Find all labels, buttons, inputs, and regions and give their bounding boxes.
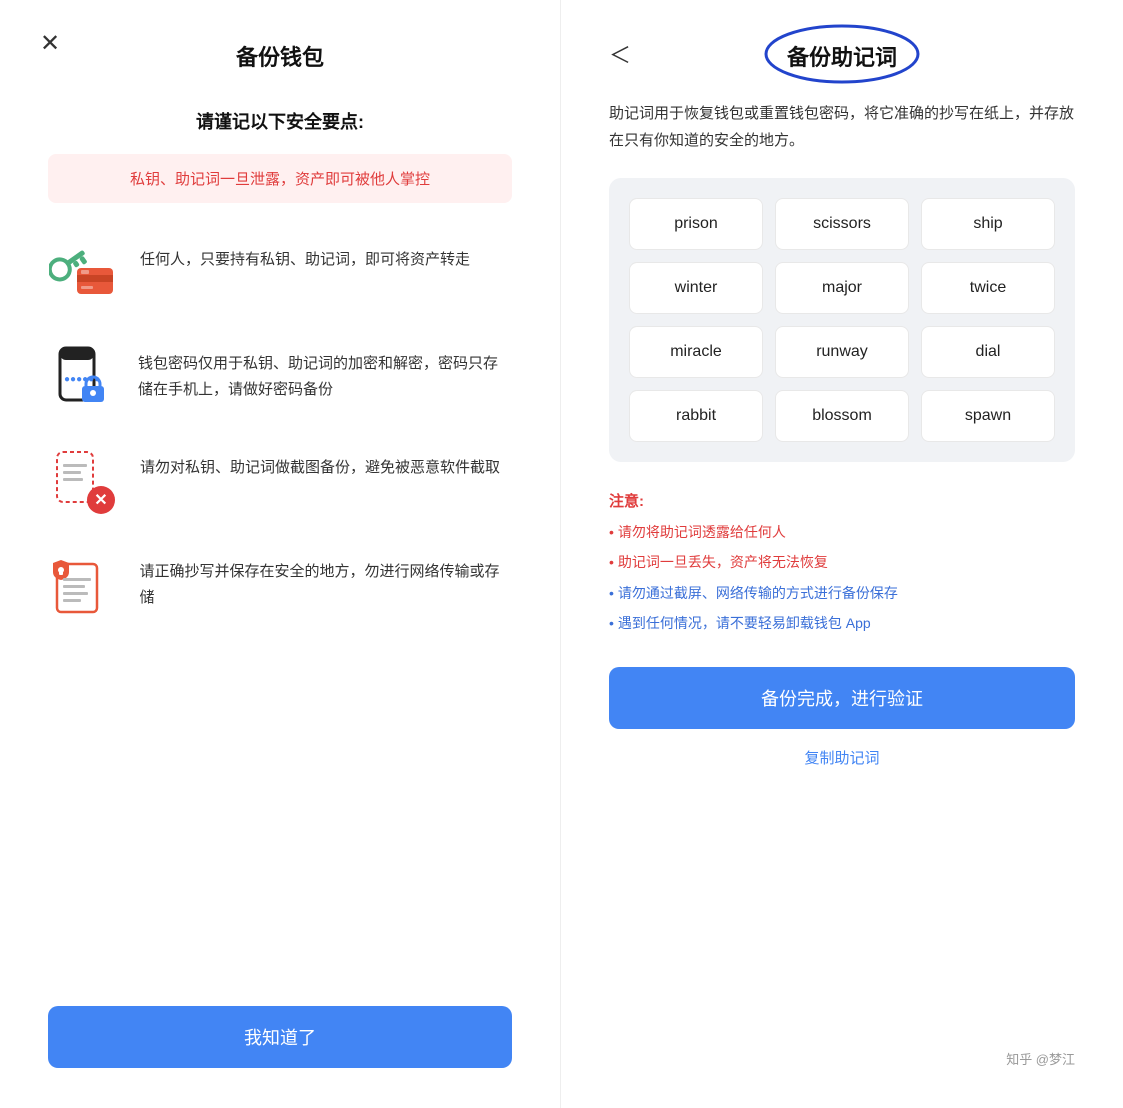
mnemonic-word-1: prison [629,198,763,250]
note-item-2: 助记词一旦丢失，资产将无法恢复 [609,551,1075,573]
right-panel: ＜ 备份助记词 助记词用于恢复钱包或重置钱包密码，将它准确的抄写在纸上，并存放在… [561,0,1123,1108]
acknowledge-button[interactable]: 我知道了 [48,1006,512,1068]
feature-item-phone: ●●●●●● 钱包密码仅用于私钥、助记词的加密和解密，密码只存储在手机上，请做好… [48,343,512,415]
mnemonic-word-10: rabbit [629,390,763,442]
mnemonic-word-2: scissors [775,198,909,250]
phone-lock-icon: ●●●●●● [48,343,118,415]
close-button[interactable]: ✕ [40,32,60,56]
warning-banner: 私钥、助记词一旦泄露，资产即可被他人掌控 [48,154,512,203]
feature-item-screenshot: ✕ 请勿对私钥、助记词做截图备份，避免被恶意软件截取 [48,447,512,519]
mnemonic-word-4: winter [629,262,763,314]
mnemonic-word-12: spawn [921,390,1055,442]
mnemonic-word-9: dial [921,326,1055,378]
mnemonic-word-11: blossom [775,390,909,442]
watermark: 知乎 @梦江 [609,1029,1075,1068]
right-header: ＜ 备份助记词 [609,40,1075,72]
feature-text-document: 请正确抄写并保存在安全的地方，勿进行网络传输或存储 [140,551,512,610]
feature-item-key: 任何人，只要持有私钥、助记词，即可将资产转走 [48,239,512,311]
key-card-icon [48,239,120,311]
notes-list: 请勿将助记词透露给任何人助记词一旦丢失，资产将无法恢复请勿通过截屏、网络传输的方… [609,521,1075,635]
verify-button[interactable]: 备份完成，进行验证 [609,667,1075,729]
feature-list: 任何人，只要持有私钥、助记词，即可将资产转走 ●●●●●● [48,239,512,966]
feature-text-phone: 钱包密码仅用于私钥、助记词的加密和解密，密码只存储在手机上，请做好密码备份 [138,343,512,402]
note-item-3: 请勿通过截屏、网络传输的方式进行备份保存 [609,582,1075,604]
left-subtitle: 请谨记以下安全要点: [48,108,512,134]
feature-text-key: 任何人，只要持有私钥、助记词，即可将资产转走 [140,239,470,273]
mnemonic-word-8: runway [775,326,909,378]
notes-title: 注意: [609,490,1075,511]
mnemonic-word-5: major [775,262,909,314]
right-description: 助记词用于恢复钱包或重置钱包密码，将它准确的抄写在纸上，并存放在只有你知道的安全… [609,100,1075,154]
mnemonic-word-6: twice [921,262,1055,314]
svg-text:✕: ✕ [94,492,107,509]
notes-section: 注意: 请勿将助记词透露给任何人助记词一旦丢失，资产将无法恢复请勿通过截屏、网络… [609,490,1075,635]
right-title: 备份助记词 [647,40,1037,72]
feature-text-screenshot: 请勿对私钥、助记词做截图备份，避免被恶意软件截取 [140,447,500,481]
mnemonic-word-3: ship [921,198,1055,250]
left-title: 备份钱包 [48,40,512,72]
svg-text:●●●●●●: ●●●●●● [64,374,100,385]
mnemonic-grid: prisonscissorsship wintermajortwice miracl… [609,178,1075,462]
screenshot-icon: ✕ [48,447,120,519]
back-button[interactable]: ＜ [609,45,631,67]
left-panel: ✕ 备份钱包 请谨记以下安全要点: 私钥、助记词一旦泄露，资产即可被他人掌控 [0,0,561,1108]
document-icon [48,551,120,623]
note-item-1: 请勿将助记词透露给任何人 [609,521,1075,543]
feature-item-document: 请正确抄写并保存在安全的地方，勿进行网络传输或存储 [48,551,512,623]
mnemonic-word-7: miracle [629,326,763,378]
copy-mnemonic-link[interactable]: 复制助记词 [609,747,1075,768]
note-item-4: 遇到任何情况，请不要轻易卸载钱包 App [609,612,1075,634]
